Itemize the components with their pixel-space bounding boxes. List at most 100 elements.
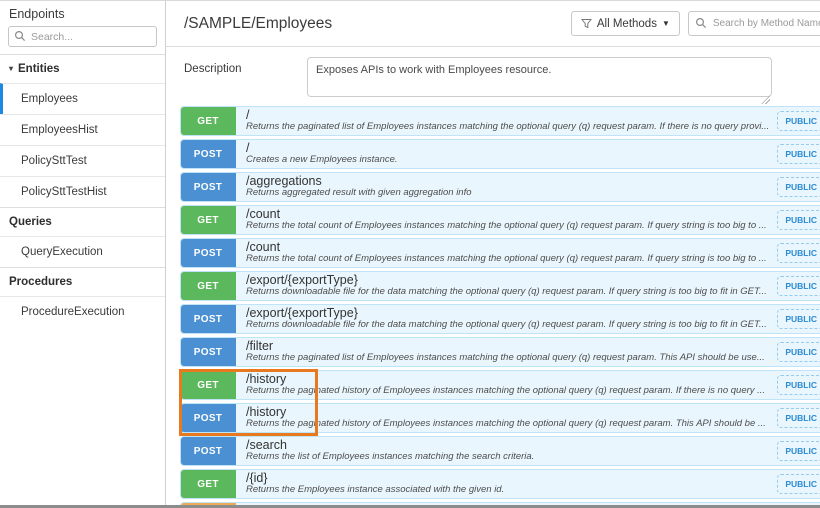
access-label: PUBLIC — [785, 380, 817, 390]
sidebar-section-label: Queries — [9, 216, 52, 228]
endpoint-info: /filterReturns the paginated list of Emp… — [236, 338, 777, 366]
endpoints-list: GET/Returns the paginated list of Employ… — [180, 106, 820, 506]
endpoint-info: /Returns the paginated list of Employees… — [236, 107, 777, 135]
endpoint-row[interactable]: GET/Returns the paginated list of Employ… — [180, 106, 820, 136]
endpoint-row[interactable]: POST/aggregationsReturns aggregated resu… — [180, 172, 820, 202]
sidebar-item-employees[interactable]: Employees — [0, 83, 165, 114]
endpoint-path: / — [246, 141, 769, 155]
endpoint-path: /count — [246, 207, 769, 221]
method-badge: GET — [180, 106, 236, 136]
access-dropdown-button[interactable]: PUBLIC▼ — [777, 144, 820, 164]
sidebar-section-procedures[interactable]: Procedures — [0, 267, 165, 296]
endpoint-info: /countReturns the total count of Employe… — [236, 239, 777, 267]
endpoint-path: /export/{exportType} — [246, 306, 769, 320]
endpoint-description: Returns the Employees instance associate… — [246, 485, 769, 496]
endpoint-description: Returns downloadable file for the data m… — [246, 320, 769, 331]
page-title: /SAMPLE/Employees — [184, 15, 571, 33]
access-label: PUBLIC — [785, 413, 817, 423]
method-badge: POST — [180, 172, 236, 202]
sidebar-section-label: Procedures — [9, 276, 72, 288]
sidebar-item-policystttest[interactable]: PolicySttTest — [0, 145, 165, 176]
access-label: PUBLIC — [785, 215, 817, 225]
sidebar-section-entities[interactable]: ▾Entities — [0, 54, 165, 83]
access-label: PUBLIC — [785, 479, 817, 489]
endpoint-row[interactable]: GET/export/{exportType}Returns downloada… — [180, 271, 820, 301]
method-badge: POST — [180, 238, 236, 268]
description-label: Description — [184, 57, 307, 106]
sidebar-item-queryexecution[interactable]: QueryExecution — [0, 236, 165, 267]
endpoint-row[interactable]: POST/countReturns the total count of Emp… — [180, 238, 820, 268]
endpoint-info: /Creates a new Employees instance. — [236, 140, 777, 168]
endpoint-row[interactable]: GET/historyReturns the paginated history… — [180, 370, 820, 400]
endpoints-sidebar: Endpoints ▾EntitiesEmployeesEmployeesHis… — [0, 1, 166, 505]
endpoint-info: /historyReturns the paginated history of… — [236, 371, 777, 399]
method-search-input[interactable] — [688, 11, 820, 36]
access-dropdown-button[interactable]: PUBLIC▼ — [777, 177, 820, 197]
search-icon — [14, 30, 26, 42]
access-dropdown-button[interactable]: PUBLIC▼ — [777, 210, 820, 230]
endpoint-path: /history — [246, 372, 769, 386]
description-textarea[interactable]: Exposes APIs to work with Employees reso… — [307, 57, 772, 97]
endpoint-info: /export/{exportType}Returns downloadable… — [236, 272, 777, 300]
all-methods-dropdown[interactable]: All Methods ▼ — [571, 11, 680, 36]
access-label: PUBLIC — [785, 281, 817, 291]
all-methods-label: All Methods — [597, 18, 657, 30]
endpoint-description: Returns the paginated history of Employe… — [246, 419, 769, 430]
endpoint-row[interactable]: GET/countReturns the total count of Empl… — [180, 205, 820, 235]
sidebar-item-procedureexecution[interactable]: ProcedureExecution — [0, 296, 165, 327]
sidebar-item-policystttesthist[interactable]: PolicySttTestHist — [0, 176, 165, 207]
endpoint-description: Creates a new Employees instance. — [246, 155, 769, 166]
method-badge: GET — [180, 271, 236, 301]
method-badge: POST — [180, 139, 236, 169]
method-badge: GET — [180, 370, 236, 400]
endpoint-row[interactable]: POST/filterReturns the paginated list of… — [180, 337, 820, 367]
endpoint-row[interactable]: GET/{id}Returns the Employees instance a… — [180, 469, 820, 499]
method-badge: GET — [180, 469, 236, 499]
endpoint-path: /aggregations — [246, 174, 769, 188]
endpoint-path: /filter — [246, 339, 769, 353]
endpoint-path: /history — [246, 405, 769, 419]
access-dropdown-button[interactable]: PUBLIC▼ — [777, 309, 820, 329]
method-badge: GET — [180, 205, 236, 235]
access-dropdown-button[interactable]: PUBLIC▼ — [777, 276, 820, 296]
sidebar-section-queries[interactable]: Queries — [0, 207, 165, 236]
endpoint-path: / — [246, 108, 769, 122]
endpoint-info: /historyReturns the paginated history of… — [236, 404, 777, 432]
sidebar-search-input[interactable] — [8, 26, 157, 47]
endpoint-description: Returns the list of Employees instances … — [246, 452, 769, 463]
search-icon — [695, 17, 707, 29]
endpoint-info: /aggregationsReturns aggregated result w… — [236, 173, 777, 201]
endpoint-row[interactable]: POST/searchReturns the list of Employees… — [180, 436, 820, 466]
endpoint-description: Returns the total count of Employees ins… — [246, 221, 769, 232]
access-label: PUBLIC — [785, 116, 817, 126]
method-badge: POST — [180, 403, 236, 433]
endpoint-row[interactable]: POST/historyReturns the paginated histor… — [180, 403, 820, 433]
sidebar-sections: ▾EntitiesEmployeesEmployeesHistPolicyStt… — [0, 54, 165, 327]
method-badge: POST — [180, 304, 236, 334]
sidebar-item-employeeshist[interactable]: EmployeesHist — [0, 114, 165, 145]
access-dropdown-button[interactable]: PUBLIC▼ — [777, 375, 820, 395]
method-search — [688, 11, 820, 36]
access-label: PUBLIC — [785, 446, 817, 456]
endpoint-info: /{id}Returns the Employees instance asso… — [236, 470, 777, 498]
access-label: PUBLIC — [785, 314, 817, 324]
endpoint-row[interactable]: POST/Creates a new Employees instance.PU… — [180, 139, 820, 169]
chevron-down-icon: ▾ — [9, 65, 13, 73]
endpoint-info: /searchReturns the list of Employees ins… — [236, 437, 777, 465]
sidebar-title: Endpoints — [0, 1, 165, 26]
access-dropdown-button[interactable]: PUBLIC▼ — [777, 111, 820, 131]
access-dropdown-button[interactable]: PUBLIC▼ — [777, 243, 820, 263]
endpoint-row[interactable]: POST/export/{exportType}Returns download… — [180, 304, 820, 334]
access-dropdown-button[interactable]: PUBLIC▼ — [777, 342, 820, 362]
access-dropdown-button[interactable]: PUBLIC▼ — [777, 474, 820, 494]
sidebar-search — [8, 26, 157, 47]
endpoints-content: Description Exposes APIs to work with Em… — [166, 47, 820, 506]
filter-funnel-icon — [581, 18, 592, 29]
access-dropdown-button[interactable]: PUBLIC▼ — [777, 408, 820, 428]
endpoint-info: /export/{exportType}Returns downloadable… — [236, 305, 777, 333]
access-dropdown-button[interactable]: PUBLIC▼ — [777, 441, 820, 461]
endpoint-path: /{id} — [246, 471, 769, 485]
endpoint-path: /search — [246, 438, 769, 452]
endpoint-description: Returns downloadable file for the data m… — [246, 287, 769, 298]
chevron-down-icon: ▼ — [662, 19, 670, 28]
